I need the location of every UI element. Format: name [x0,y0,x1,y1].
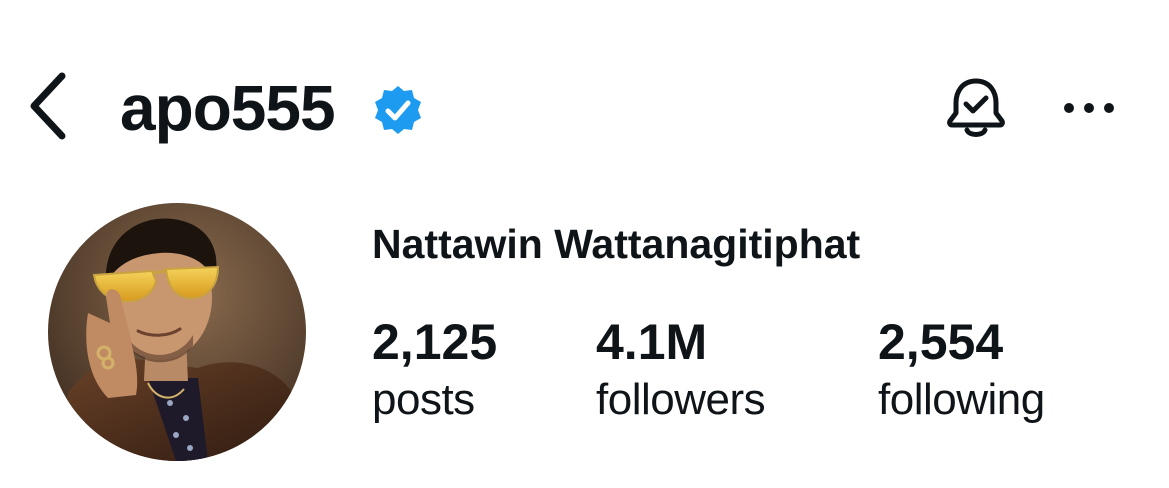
bell-check-icon [947,78,1005,137]
ellipsis-icon [1064,103,1114,113]
posts-stat[interactable]: 2,125 posts [372,312,497,428]
followers-label: followers [596,375,766,424]
profile-header: apo555 [0,0,1169,200]
following-stat[interactable]: 2,554 following [878,312,1045,428]
following-label: following [878,375,1045,424]
profile-photo [48,203,306,461]
full-name: Nattawin Wattanagitiphat [372,221,861,267]
more-options-button[interactable] [1054,80,1124,136]
posts-label: posts [372,375,475,424]
followers-count: 4.1M [596,314,708,370]
followers-stat[interactable]: 4.1M followers [596,312,766,428]
posts-count: 2,125 [372,314,498,370]
following-count: 2,554 [878,314,1004,370]
avatar[interactable] [48,203,306,461]
chevron-left-icon [30,72,66,140]
username: apo555 [120,72,336,144]
back-button[interactable] [18,66,78,146]
verified-badge-icon [375,86,421,134]
notifications-button[interactable] [938,70,1014,146]
